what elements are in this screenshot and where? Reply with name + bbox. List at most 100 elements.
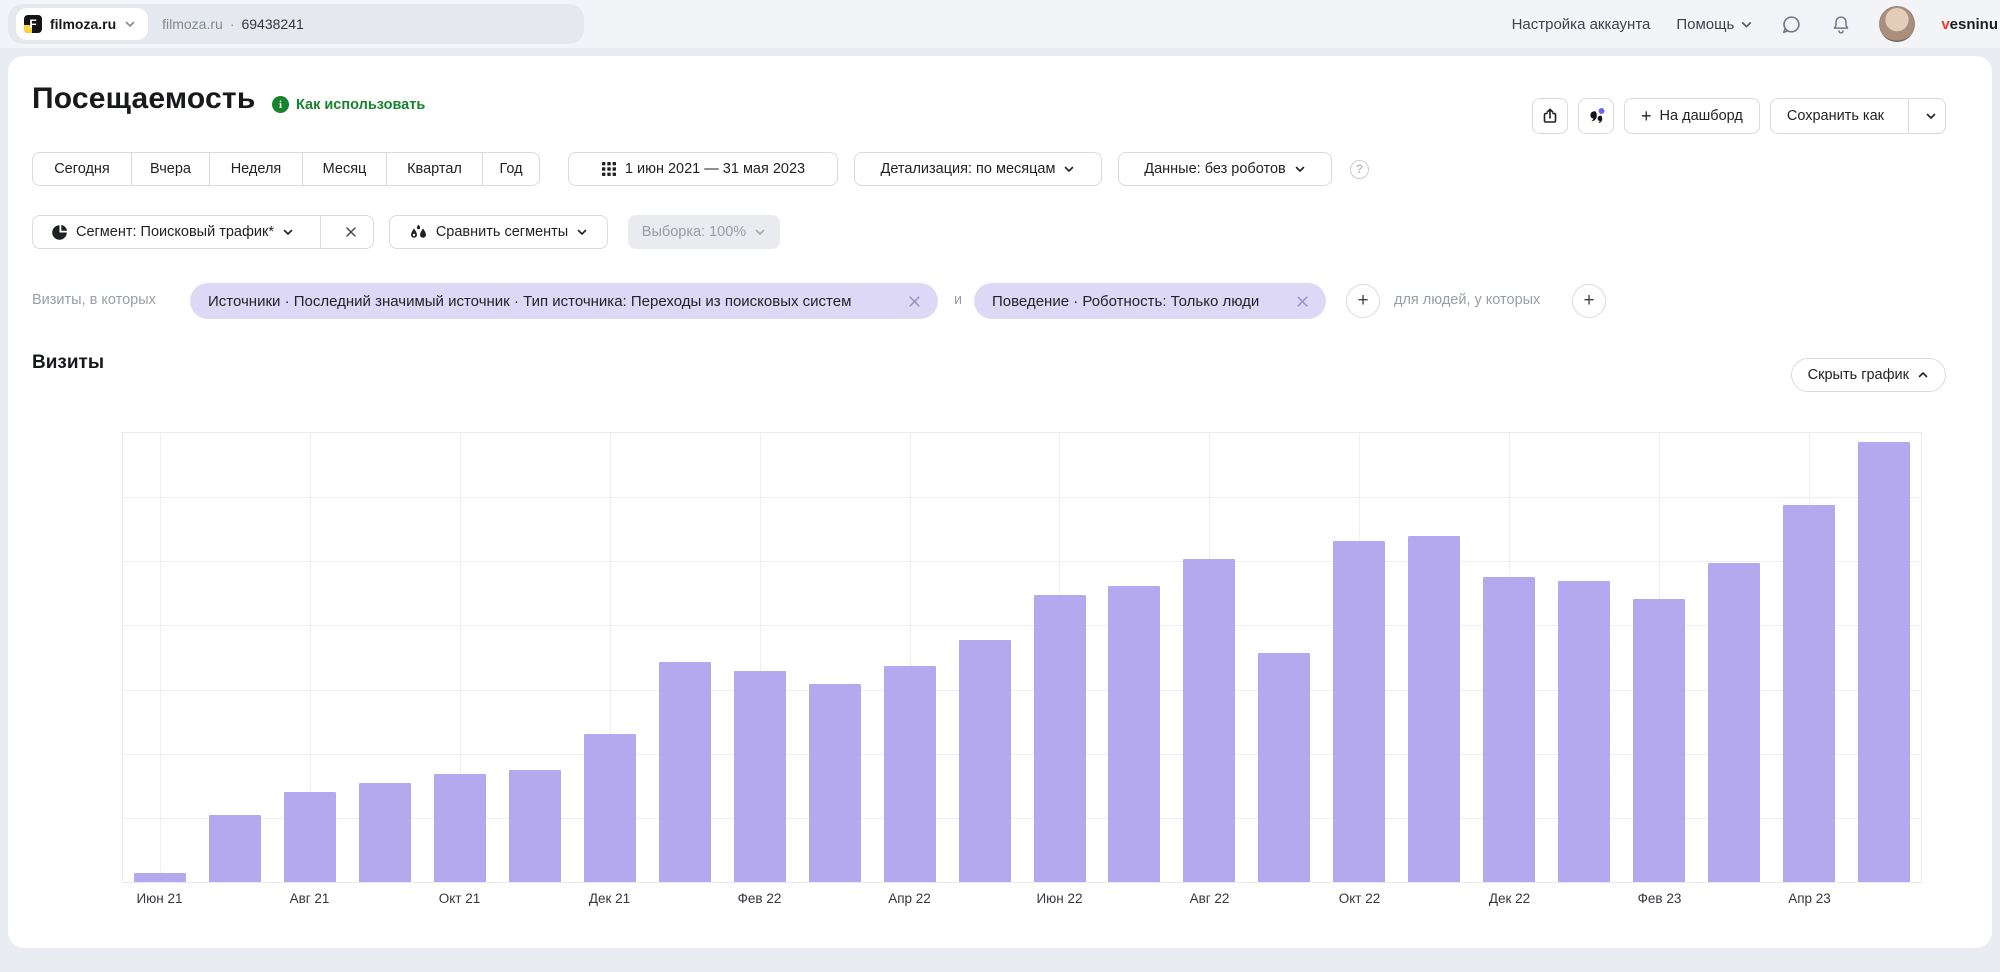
bar-мар-23[interactable] [1708,563,1760,882]
plus-icon: + [1357,290,1368,312]
x-tick-label: Дек 21 [589,891,630,906]
bar-slot [1621,433,1696,882]
bar-сен-21[interactable] [359,783,411,882]
export-button[interactable] [1532,98,1568,134]
bar-фев-22[interactable] [734,671,786,882]
top-bar: F filmoza.ru filmoza.ru · 69438241 Настр… [0,0,2000,48]
bar-slot [498,433,573,882]
x-tick-label: Дек 22 [1489,891,1530,906]
x-tick-label: Фев 22 [738,891,782,906]
bar-slot [1247,433,1322,882]
sampling-select[interactable]: Выборка: 100% [628,215,780,249]
chevron-down-icon [1925,110,1937,122]
x-tick-label: Июн 21 [136,891,182,906]
close-icon[interactable] [907,294,922,309]
bar-авг-21[interactable] [284,792,336,882]
x-tick-label: Апр 23 [1788,891,1831,906]
period-button-6[interactable]: Год [483,153,539,185]
bar-июл-21[interactable] [209,815,261,882]
add-to-dashboard-button[interactable]: + На дашборд [1624,98,1760,134]
compare-segments-button[interactable]: Сравнить сегменты [389,215,608,249]
main-card: Посещаемость i Как использовать + На даш… [8,56,1992,948]
bar-июн-22[interactable] [1034,595,1086,882]
chevron-down-icon [282,226,294,238]
period-button-1[interactable]: Сегодня [33,153,132,185]
period-button-2[interactable]: Вчера [132,153,210,185]
bar-май-22[interactable] [959,640,1011,882]
bar-slot [423,433,498,882]
visits-condition-label: Визиты, в которых [32,292,156,308]
counter-meta: filmoza.ru · 69438241 [162,16,304,32]
save-as-dropdown[interactable] [1917,99,1945,133]
how-to-use-link[interactable]: i Как использовать [272,96,425,113]
bar-май-23[interactable] [1858,442,1910,882]
chart-plot [122,432,1922,883]
help-question-icon[interactable]: ? [1350,160,1369,179]
bar-окт-21[interactable] [434,774,486,882]
bar-ноя-21[interactable] [509,770,561,882]
detalization-select[interactable]: Детализация: по месяцам [854,152,1102,186]
segment-row: Сегмент: Поисковый трафик* Сравнить сегм… [32,215,780,249]
bar-slot [1547,433,1622,882]
site-favicon: F [24,15,42,33]
bar-окт-22[interactable] [1333,541,1385,882]
notifications-bell-icon[interactable] [1829,12,1853,36]
bar-slot [123,433,198,882]
account-settings-link[interactable]: Настройка аккаунта [1512,16,1651,33]
avatar[interactable] [1879,6,1915,42]
filter-chip-source[interactable]: Источники · Последний значимый источник … [190,283,938,319]
plus-icon: + [1641,107,1652,125]
add-visit-condition-button[interactable]: + [1346,284,1380,318]
segment-clear-button[interactable] [329,216,373,248]
help-menu[interactable]: Помощь [1676,16,1753,33]
help-label: Помощь [1676,16,1734,33]
bar-июл-22[interactable] [1108,586,1160,882]
bar-янв-23[interactable] [1558,581,1610,882]
bar-июн-21[interactable] [134,873,186,882]
segment-select[interactable]: Сегмент: Поисковый трафик* [32,215,374,249]
page-title: Посещаемость [32,82,255,116]
hide-chart-button[interactable]: Скрыть график [1791,358,1946,392]
username[interactable]: vesninu [1941,16,1998,33]
bar-авг-22[interactable] [1183,559,1235,882]
calendar-grid-icon [601,161,617,177]
add-people-condition-button[interactable]: + [1572,284,1606,318]
filter-chip-robots[interactable]: Поведение · Роботность: Только люди [974,283,1326,319]
bar-slot [1771,433,1846,882]
compare-drops-icon [409,224,428,241]
counter-name: filmoza.ru [50,16,116,32]
bar-фев-23[interactable] [1633,599,1685,882]
separator-dot: · [230,16,235,32]
chat-icon[interactable] [1779,12,1803,36]
bar-slot [273,433,348,882]
bar-slot [1097,433,1172,882]
bar-slot [647,433,722,882]
chevron-down-icon [754,226,766,238]
bar-slot [1022,433,1097,882]
x-tick-label: Авг 22 [1190,891,1230,906]
bar-ноя-22[interactable] [1408,536,1460,882]
bar-slot [1472,433,1547,882]
close-icon[interactable] [1295,294,1310,309]
bar-апр-22[interactable] [884,666,936,882]
save-as-button[interactable]: Сохранить как [1770,98,1946,134]
period-button-4[interactable]: Месяц [303,153,387,185]
bar-янв-22[interactable] [659,662,711,882]
bar-апр-23[interactable] [1783,505,1835,882]
period-button-5[interactable]: Квартал [387,153,483,185]
counter-selector[interactable]: F filmoza.ru [16,8,148,40]
date-range-button[interactable]: 1 июн 2021 — 31 мая 2023 [568,152,838,186]
bar-slot [198,433,273,882]
period-button-3[interactable]: Неделя [210,153,303,185]
chevron-down-icon [1063,163,1075,175]
chevron-down-icon [576,226,588,238]
bar-дек-21[interactable] [584,734,636,882]
bar-slot [1397,433,1472,882]
bar-дек-22[interactable] [1483,577,1535,882]
ai-assistant-button[interactable] [1578,98,1614,134]
data-mode-select[interactable]: Данные: без роботов [1118,152,1332,186]
counter-id: 69438241 [241,16,303,32]
ai-quotes-icon [1586,106,1606,126]
bar-мар-22[interactable] [809,684,861,882]
bar-сен-22[interactable] [1258,653,1310,882]
